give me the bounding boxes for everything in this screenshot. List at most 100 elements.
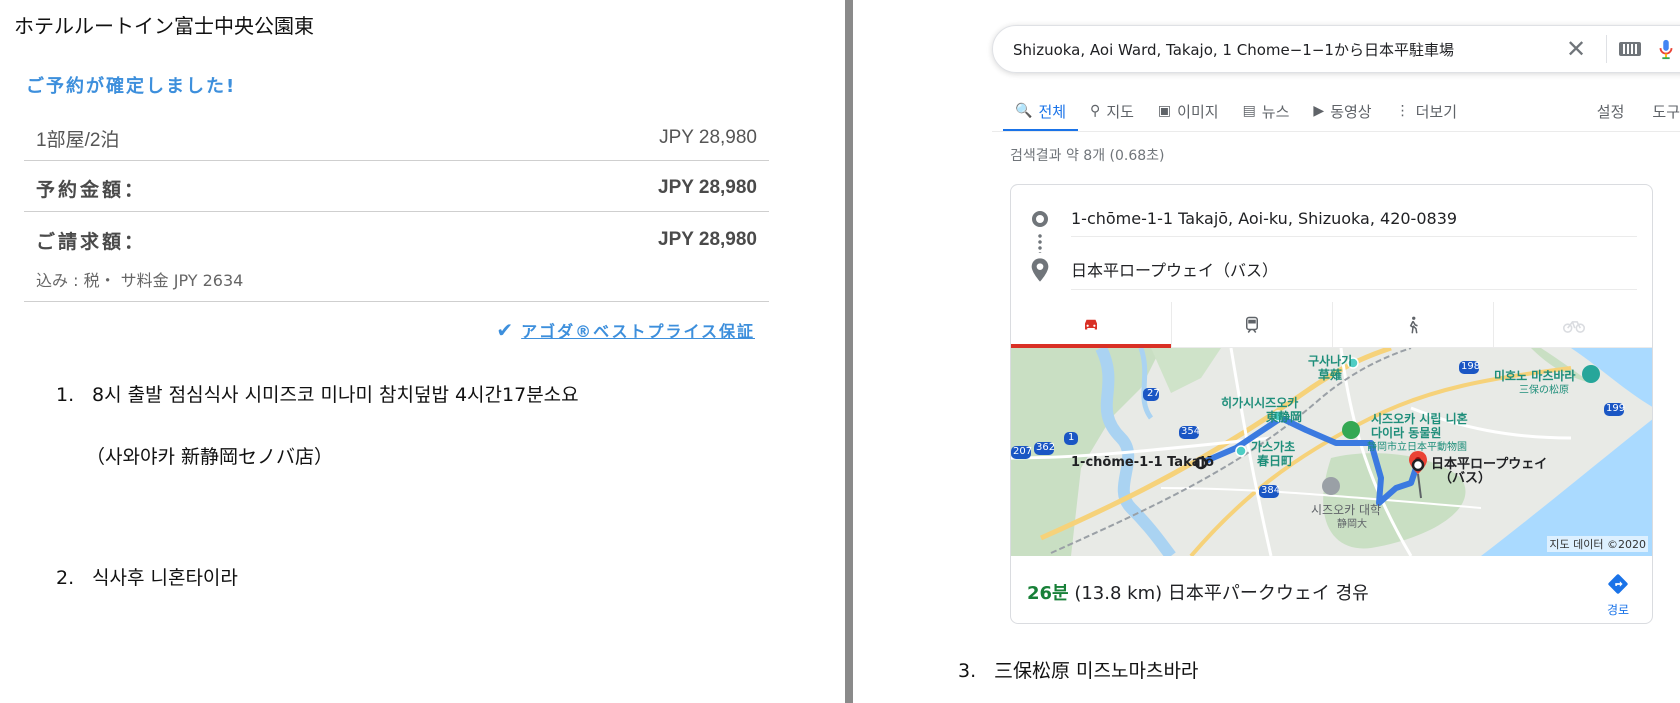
road-shield-354: 354 xyxy=(1181,426,1201,437)
booking-confirmed-heading: ご予約が確定しました! xyxy=(26,76,237,97)
more-vert-icon: ⋮ xyxy=(1395,103,1410,119)
walk-icon xyxy=(1409,316,1418,333)
bike-icon xyxy=(1563,320,1585,333)
road-shield-27: 27 xyxy=(1147,388,1160,399)
itinerary-note-1: 1. 8시 출발 점심식사 시미즈코 미나미 참치덮밥 4시간17분소요 xyxy=(56,380,579,407)
tab-label: 뉴스 xyxy=(1261,102,1290,121)
price-row-value: JPY 28,980 xyxy=(658,229,757,250)
search-box[interactable]: Shizuoka, Aoi Ward, Takajo, 1 Chome−1−1か… xyxy=(992,25,1680,73)
tab-more[interactable]: ⋮ 더보기 xyxy=(1384,92,1469,130)
price-row-rooms: 1部屋/2泊 JPY 28,980 xyxy=(24,118,769,158)
map-pin-icon: ⚲ xyxy=(1090,103,1101,119)
road-shield-384: 384 xyxy=(1261,485,1281,496)
mode-walking[interactable] xyxy=(1333,302,1494,347)
price-row-charge-amount: ご請求額： JPY 28,980 xyxy=(24,220,769,260)
microphone-icon[interactable] xyxy=(1655,36,1677,62)
best-price-guarantee[interactable]: ✔ アゴダ®ベストプライス保証 xyxy=(496,318,755,342)
map-label-origin: 1-chōme-1-1 Takajō xyxy=(1071,455,1214,470)
road-shield-198: 198 xyxy=(1461,361,1481,372)
directions-button[interactable]: 경로 xyxy=(1598,573,1638,618)
directions-label: 경로 xyxy=(1606,603,1630,617)
note-text: 三保松原 미즈노마츠바라 xyxy=(994,660,1199,682)
note-text: （사와야카 新静岡セノバ店） xyxy=(86,446,333,468)
route-dots-icon xyxy=(1038,233,1042,253)
price-row-value: JPY 28,980 xyxy=(659,127,757,148)
search-tabs: 🔍 전체 ⚲ 지도 ▣ 이미지 ▤ 뉴스 ▶ 동영상 ⋮ 더보기 xyxy=(1003,92,1469,132)
right-pane: Shizuoka, Aoi Ward, Takajo, 1 Chome−1−1か… xyxy=(853,0,1680,703)
image-icon: ▣ xyxy=(1157,103,1172,119)
road-shield-362: 362 xyxy=(1036,442,1056,453)
travel-mode-tabs xyxy=(1011,302,1652,348)
divider xyxy=(992,131,1680,132)
itinerary-note-2: 2. 식사후 니혼타이라 xyxy=(56,563,238,590)
map-label-kasuga-jp: 春日町 xyxy=(1257,454,1294,468)
price-row-booking-amount: 予約金額： JPY 28,980 xyxy=(24,168,769,208)
map-label-higashi-shizuoka-jp: 東静岡 xyxy=(1266,410,1303,424)
note-text: 8시 출발 점심식사 시미즈코 미나미 참치덮밥 4시간17분소요 xyxy=(92,384,579,406)
itinerary-note-1-detail: （사와야카 新静岡セノバ店） xyxy=(86,442,333,469)
clear-icon[interactable]: ✕ xyxy=(1558,35,1594,63)
note-number: 3. xyxy=(958,660,977,682)
divider xyxy=(24,301,769,302)
price-row-label: ご請求額： xyxy=(36,230,147,253)
route-detail: (13.8 km) 日本平パークウェイ 경유 xyxy=(1068,583,1369,604)
best-price-guarantee-link[interactable]: アゴダ®ベストプライス保証 xyxy=(521,318,755,342)
search-tools: 설정 도구 xyxy=(1597,92,1680,130)
road-shield-207: 207 xyxy=(1013,446,1033,457)
divider xyxy=(24,211,769,212)
tab-label: 동영상 xyxy=(1330,102,1372,121)
map-label-university-jp: 静岡大 xyxy=(1337,519,1367,530)
settings-link[interactable]: 설정 xyxy=(1597,101,1625,122)
origin-circle-icon xyxy=(1032,211,1048,227)
hotel-title: ホテルルートイン富士中央公園東 xyxy=(14,14,314,38)
note-number: 2. xyxy=(56,567,75,589)
tax-note: 込み : 税・ サ料金 JPY 2634 xyxy=(36,271,244,290)
tab-all[interactable]: 🔍 전체 xyxy=(1003,92,1079,132)
car-icon xyxy=(1085,319,1097,329)
directions-icon xyxy=(1608,574,1628,594)
map-credit: 지도 데이터 ©2020 xyxy=(1547,536,1648,552)
tools-link[interactable]: 도구 xyxy=(1652,101,1680,122)
mode-cycling[interactable] xyxy=(1494,302,1652,347)
news-icon: ▤ xyxy=(1242,103,1256,119)
map-label-destination-2: （バス） xyxy=(1439,471,1492,486)
pane-divider[interactable] xyxy=(845,0,853,703)
result-stats: 검색결과 약 8개 (0.68초) xyxy=(1010,148,1165,164)
mode-driving[interactable] xyxy=(1011,302,1172,348)
note-text: 식사후 니혼타이라 xyxy=(92,567,238,589)
map-label-city-zoo-jp: 静岡市立日本平動物園 xyxy=(1367,442,1467,453)
tab-label: 이미지 xyxy=(1177,102,1219,121)
tab-label: 지도 xyxy=(1106,102,1134,121)
route-summary: 26분 (13.8 km) 日本平パークウェイ 경유 xyxy=(1027,579,1369,605)
check-icon: ✔ xyxy=(496,318,514,342)
route-map[interactable]: 27 354 362 1 207 384 198 199 구사나기 草薙 히가시… xyxy=(1011,348,1652,556)
video-icon: ▶ xyxy=(1313,103,1325,119)
directions-card: 1-chōme-1-1 Takajō, Aoi-ku, Shizuoka, 42… xyxy=(1010,184,1653,624)
transit-icon xyxy=(1246,316,1258,333)
map-label-kusanagi-jp: 草薙 xyxy=(1318,368,1343,382)
tab-images[interactable]: ▣ 이미지 xyxy=(1146,92,1231,130)
tab-videos[interactable]: ▶ 동영상 xyxy=(1301,92,1383,130)
left-pane: ホテルルートイン富士中央公園東 ご予約が確定しました! 1部屋/2泊 JPY 2… xyxy=(0,0,845,703)
mode-transit[interactable] xyxy=(1172,302,1333,347)
divider xyxy=(1606,35,1607,63)
road-shield-199: 199 xyxy=(1606,403,1626,414)
map-label-miho-jp: 三保の松原 xyxy=(1519,385,1569,396)
price-row-label: 1部屋/2泊 xyxy=(36,129,120,151)
price-row-label: 予約金額： xyxy=(36,178,147,201)
road-shield-1: 1 xyxy=(1068,432,1075,443)
divider xyxy=(24,160,769,161)
tab-maps[interactable]: ⚲ 지도 xyxy=(1078,92,1146,130)
tab-label: 더보기 xyxy=(1415,102,1457,121)
price-row-value: JPY 28,980 xyxy=(658,177,757,198)
destination-pin-icon xyxy=(1031,258,1049,282)
tab-label: 전체 xyxy=(1038,102,1067,121)
note-number: 1. xyxy=(56,384,75,406)
tab-news[interactable]: ▤ 뉴스 xyxy=(1231,92,1302,130)
route-origin[interactable]: 1-chōme-1-1 Takajō, Aoi-ku, Shizuoka, 42… xyxy=(1071,209,1637,237)
keyboard-icon[interactable] xyxy=(1619,42,1641,56)
search-icon: 🔍 xyxy=(1015,103,1033,119)
route-duration: 26분 xyxy=(1027,583,1069,604)
itinerary-note-3: 3. 三保松原 미즈노마츠바라 xyxy=(958,656,1198,683)
route-destination[interactable]: 日本平ロープウェイ（バス） xyxy=(1071,257,1637,290)
